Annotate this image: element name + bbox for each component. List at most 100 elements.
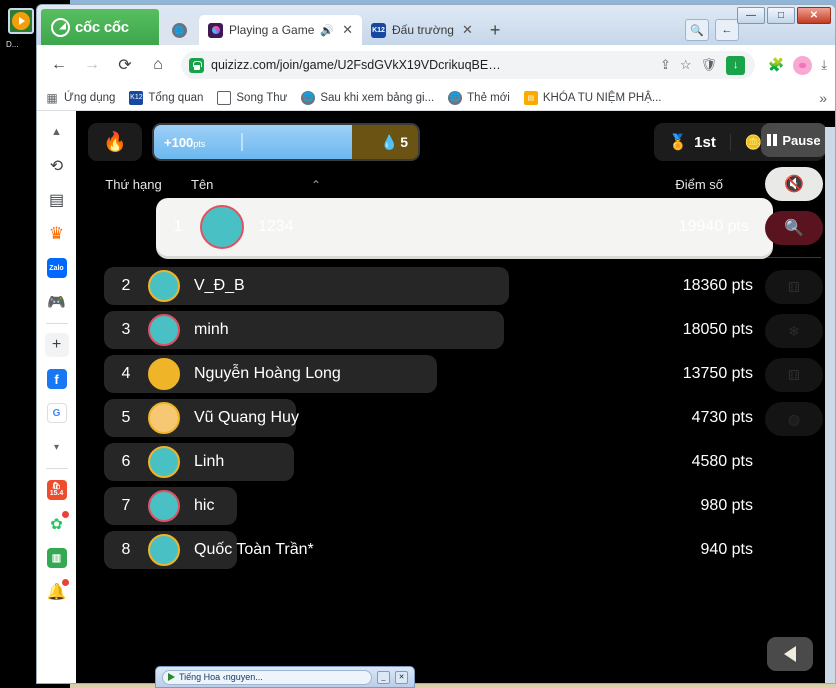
pig-avatar-icon[interactable] (793, 55, 813, 75)
url-text[interactable]: quizizz.com/join/game/U2FsdGVkX19VDcriku… (211, 58, 653, 72)
zoom-in-button[interactable]: 🔍 (765, 211, 823, 245)
avatar (200, 205, 244, 249)
sidebar-item-green-app[interactable]: ✿ (42, 507, 72, 541)
score-bar: 8 Quốc Toàn Trần* (104, 531, 314, 569)
music-mute-button[interactable]: 🔇 (765, 167, 823, 201)
sidebar-item-premium-crown[interactable]: ♛ (42, 217, 72, 251)
downloads-icon[interactable]: ⤓ (821, 57, 827, 73)
bookmark-ung-dung[interactable]: ▦ Ứng dụng (45, 91, 115, 105)
sidebar-item-zalo[interactable]: Zalo (42, 251, 72, 285)
rank-number: 1 (173, 218, 183, 235)
browser-toolbar: ← → ⟳ ⌂ quizizz.com/join/game/U2FsdGVkX1… (37, 45, 835, 85)
quizizz-game-page: 🔥 +100pts 💧 5 🏅 1st 🪙 Thứ hạng Tên ⌃ Điể… (76, 111, 835, 683)
tab-dau-truong[interactable]: K12 Đấu trường ✕ (362, 15, 482, 45)
streak-value: 5 (400, 134, 408, 150)
bookmark-khoa-tu[interactable]: ▤ KHÓA TU NIỆM PHẬ... (523, 90, 662, 105)
media-minimize-button[interactable]: _ (377, 670, 390, 684)
flame-icon: 🔥 (88, 123, 142, 161)
back-arrow-button[interactable] (767, 637, 813, 671)
sort-caret-icon[interactable]: ⌃ (311, 178, 321, 192)
powerup-eraser-button[interactable]: ◍ (765, 402, 823, 436)
forward-button[interactable]: → (78, 51, 106, 79)
new-tab-button[interactable]: + (482, 21, 509, 39)
tab-title: Đấu trường (392, 23, 454, 37)
rank-number: 6 (121, 453, 131, 470)
close-button[interactable]: ✕ (797, 7, 831, 24)
media-player-window[interactable]: Tiếng Hoa ‹nguyen... _ ✕ (155, 666, 415, 688)
sidebar-item-news[interactable]: ▥ (42, 541, 72, 575)
sidebar-item-add-shortcut[interactable]: + (42, 328, 72, 362)
leaderboard-column-headers: Thứ hạng Tên ⌃ Điểm số (76, 177, 835, 192)
play-icon[interactable] (168, 673, 175, 681)
bookmark-song-thu[interactable]: Song Thư (217, 90, 288, 105)
home-button[interactable]: ⌂ (144, 51, 172, 79)
medal-icon: 🏅 (668, 134, 688, 151)
bookmark-label: Ứng dụng (64, 91, 116, 104)
avatar (148, 314, 180, 346)
left-arrow-icon (784, 646, 796, 662)
media-close-button[interactable]: ✕ (395, 670, 408, 684)
powerup-freeze-button[interactable]: ❄ (765, 314, 823, 348)
shield-icon[interactable]: 🛡 (701, 57, 718, 73)
sidebar-item-history[interactable]: ⟲ (42, 149, 72, 183)
flame-drop-icon: 💧 (380, 133, 399, 150)
tab-playing-a-game[interactable]: Playing a Game 🔊 ✕ (199, 15, 362, 45)
desktop-media-icon[interactable] (8, 8, 34, 34)
sidebar-item-google-translate[interactable]: G (42, 396, 72, 430)
share-icon[interactable]: ⇪ (660, 57, 671, 73)
rail-divider (767, 257, 821, 258)
tab-globe[interactable]: 🌐 (159, 15, 199, 45)
browser-content: ▲ ⟲ ▤ ♛ Zalo 🎮 + f G ▾ 🛍 15.4 ✿ ▥ 🔔 🔥 +1… (37, 111, 835, 683)
sidebar-item-games[interactable]: 🎮 (42, 285, 72, 319)
puzzle-icon[interactable]: 🧩 (768, 57, 784, 73)
bookmark-star-icon[interactable]: ☆ (680, 57, 692, 73)
bookmark-the-moi[interactable]: 🌐 Thẻ mới (448, 90, 510, 105)
address-bar[interactable]: quizizz.com/join/game/U2FsdGVkX19VDcriku… (181, 51, 756, 79)
sidebar-item-reading-list[interactable]: ▤ (42, 183, 72, 217)
reload-button[interactable]: ⟳ (111, 51, 139, 79)
sidebar-item-expand-more[interactable]: ▾ (42, 430, 72, 464)
tab-audio-icon[interactable]: 🔊 (320, 24, 334, 37)
avatar (148, 402, 180, 434)
bookmark-tong-quan[interactable]: K12 Tổng quan (129, 90, 203, 105)
pause-button[interactable]: Pause (761, 123, 827, 157)
maximize-button[interactable]: □ (767, 7, 795, 24)
back-arrow-icon[interactable]: ← (715, 19, 739, 41)
player-score: 4580 pts (691, 453, 753, 470)
back-button[interactable]: ← (45, 51, 73, 79)
sidebar-item-notifications-bell[interactable]: 🔔 (42, 575, 72, 609)
minimize-button[interactable]: — (737, 7, 765, 24)
sidebar-item-collapse-toggle[interactable]: ▲ (42, 115, 72, 149)
sidebar-item-facebook[interactable]: f (42, 362, 72, 396)
desktop-icon-label: D... (6, 40, 19, 49)
powerup-double-button[interactable]: ⚅ (765, 358, 823, 392)
sidebar-item-shopee[interactable]: 🛍 15.4 (42, 473, 72, 507)
rank-number: 7 (121, 497, 131, 514)
avatar (148, 446, 180, 478)
rank-number: 3 (121, 321, 131, 338)
coccoc-logo: cốc cốc (41, 9, 159, 45)
score-progress-bar: +100pts 💧 5 (152, 123, 420, 161)
tab-close-icon[interactable]: ✕ (342, 22, 353, 38)
powerup-dice-button[interactable]: ⚅ (765, 270, 823, 304)
bookmark-label: Song Thư (236, 91, 288, 104)
tab-close-icon[interactable]: ✕ (462, 22, 473, 38)
page-capture-icon[interactable]: 🔍 (685, 19, 709, 41)
page-scrollbar[interactable] (825, 127, 835, 683)
player-score: 980 pts (700, 497, 753, 514)
doc-icon (217, 90, 232, 105)
download-green-icon[interactable]: ↓ (726, 55, 746, 75)
pause-icon (767, 134, 778, 146)
leaderboard-row-leader: 1 1234 19940 pts (156, 198, 773, 256)
score-bar: 6 Linh (104, 443, 294, 481)
bookmark-sau-khi-xem[interactable]: 🌐 Sau khi xem bảng gi... (301, 90, 434, 105)
avatar (148, 490, 180, 522)
player-name: minh (194, 321, 229, 338)
sidebar-divider (45, 468, 68, 469)
player-name: V_Đ_B (194, 277, 245, 294)
player-name: Vũ Quang Huy (194, 409, 299, 426)
bookmarks-overflow-button[interactable]: » (819, 90, 827, 106)
facebook-icon: f (46, 369, 67, 389)
quizizz-icon (208, 22, 223, 38)
leaderboard-row: 4 Nguyễn Hoàng Long 13750 pts (84, 352, 835, 396)
